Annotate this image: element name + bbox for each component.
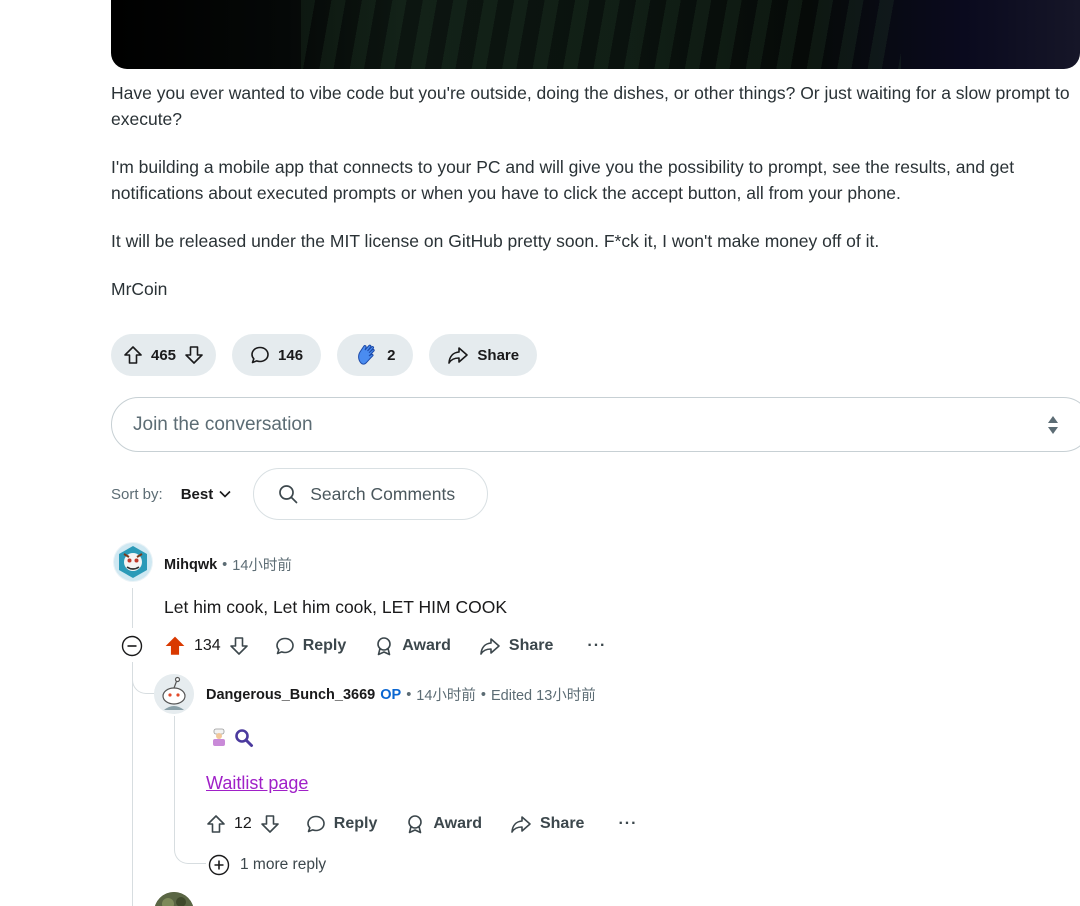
award-button[interactable]: 2	[337, 334, 414, 376]
comment-count: 146	[278, 346, 304, 364]
sort-dropdown[interactable]: Best	[181, 486, 232, 503]
avatar[interactable]	[154, 674, 194, 714]
comment-text: Let him cook, Let him cook, LET HIM COOK	[164, 597, 507, 617]
award-label: Award	[402, 637, 451, 654]
reply-button[interactable]: Reply	[275, 636, 347, 656]
share-button[interactable]: Share	[429, 334, 538, 376]
emoji-row	[210, 728, 254, 748]
search-placeholder: Search Comments	[310, 483, 456, 504]
more-options-icon[interactable]: ···	[618, 815, 637, 833]
more-options-icon[interactable]: ···	[587, 637, 606, 655]
award-icon	[377, 637, 392, 656]
post-signature: MrCoin	[111, 279, 168, 299]
share-button[interactable]: Share	[479, 636, 553, 656]
upvote-icon[interactable]	[123, 345, 143, 365]
reply-label: Reply	[302, 637, 347, 654]
share-label: Share	[477, 346, 520, 364]
search-comments-input[interactable]: Search Comments	[253, 468, 489, 520]
vote-pill: 465	[111, 334, 217, 376]
thread-line[interactable]	[174, 716, 175, 846]
thread-line[interactable]	[132, 662, 133, 906]
comment-icon	[250, 345, 270, 365]
more-replies-label: 1 more reply	[240, 856, 327, 873]
comment-action-bar: 134 Reply Award Share ···	[121, 633, 606, 659]
expand-arrows-icon[interactable]	[1046, 413, 1060, 437]
comment-score: 12	[234, 815, 252, 832]
meta-separator: •	[222, 556, 228, 573]
composer-placeholder: Join the conversation	[133, 413, 313, 435]
post-paragraph: I'm building a mobile app that connects …	[111, 157, 1015, 203]
expand-plus-icon	[208, 854, 230, 876]
post-paragraph: Have you ever wanted to vibe code but yo…	[111, 83, 1070, 129]
comment-timestamp[interactable]: 14小时前	[232, 554, 292, 575]
post-action-bar: 465 146 2 Share	[111, 334, 538, 376]
comment-meta: Mihqwk • 14小时前	[164, 554, 292, 575]
share-icon	[511, 816, 531, 833]
clap-award-icon	[355, 343, 379, 367]
edited-timestamp: Edited 13小时前	[490, 688, 596, 704]
comment-composer-input[interactable]: Join the conversation	[111, 397, 1080, 452]
award-label: Award	[433, 815, 482, 832]
post-body: Have you ever wanted to vibe code but yo…	[111, 80, 1080, 324]
cook-emoji-icon	[213, 728, 225, 746]
avatar[interactable]	[154, 892, 194, 906]
vote-count: 465	[151, 346, 177, 364]
avatar[interactable]	[113, 542, 153, 582]
comment-action-bar: 12 Reply Award Share ···	[206, 811, 637, 837]
upvote-icon[interactable]	[164, 635, 186, 657]
downvote-icon[interactable]	[229, 636, 249, 656]
sort-label: Sort by:	[111, 485, 163, 503]
post-paragraph: It will be released under the MIT licens…	[111, 231, 880, 251]
comment-author[interactable]: Mihqwk	[164, 557, 217, 573]
award-icon	[408, 815, 423, 834]
upvote-icon[interactable]	[206, 814, 226, 834]
share-icon	[447, 345, 469, 365]
chevron-down-icon	[219, 490, 231, 498]
more-replies-button[interactable]: 1 more reply	[208, 854, 326, 876]
comment-icon	[306, 815, 325, 833]
thread-connector	[132, 662, 154, 694]
share-label: Share	[539, 815, 585, 832]
comment-timestamp[interactable]: 14小时前	[416, 684, 476, 705]
thread-line[interactable]	[132, 588, 133, 628]
comment-author[interactable]: Dangerous_Bunch_3669	[206, 687, 375, 703]
collapse-minus-icon[interactable]	[121, 635, 143, 657]
keyboard-image-detail	[301, 0, 901, 69]
comments-button[interactable]: 146	[232, 334, 322, 376]
comment-sort-bar: Sort by: Best Search Comments	[111, 468, 489, 520]
award-button[interactable]: Award	[374, 636, 451, 656]
award-button[interactable]: Award	[405, 814, 482, 834]
reply-button[interactable]: Reply	[306, 814, 378, 834]
post-media-image[interactable]	[111, 0, 1080, 69]
meta-separator: •	[406, 686, 412, 703]
meta-separator: •	[480, 686, 486, 703]
search-icon	[279, 485, 298, 504]
downvote-icon[interactable]	[184, 345, 204, 365]
downvote-icon[interactable]	[260, 814, 280, 834]
magnifier-emoji-icon	[235, 729, 253, 747]
thread-connector	[174, 830, 206, 864]
share-button[interactable]: Share	[510, 814, 584, 834]
op-badge: OP	[380, 686, 402, 703]
sort-value: Best	[180, 485, 214, 503]
comment-score: 134	[194, 637, 221, 654]
award-count: 2	[387, 346, 396, 364]
waitlist-link[interactable]: Waitlist page	[206, 773, 308, 794]
reply-label: Reply	[333, 815, 378, 832]
comment-meta: Dangerous_Bunch_3669 OP • 14小时前 • Edited…	[206, 684, 596, 705]
share-icon	[480, 638, 500, 655]
share-label: Share	[508, 637, 554, 654]
comment-icon	[275, 637, 294, 655]
